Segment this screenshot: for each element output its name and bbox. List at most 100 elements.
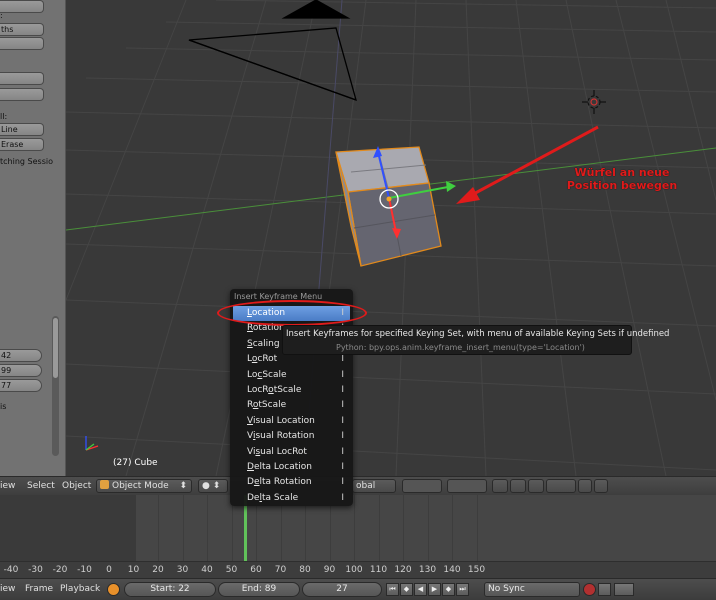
timeline-grid-line xyxy=(182,495,184,561)
menu-item[interactable]: Delta Scale I xyxy=(233,491,350,506)
timeline-tick-label: 50 xyxy=(225,565,238,575)
timeline-ruler[interactable]: -40 -30 -20 -10 0 10 20 30 40 50 60 70 80 90 100 110 120… xyxy=(0,561,716,578)
shelf-scrollbar[interactable] xyxy=(52,316,59,456)
timeline-out-of-range xyxy=(0,495,136,561)
record-keying-icon[interactable] xyxy=(107,583,120,596)
menu-item-shortcut: I xyxy=(341,385,344,395)
menu-item[interactable]: Visual Location I xyxy=(233,414,350,429)
property-field-2[interactable]: 99 xyxy=(0,364,42,377)
sync-dropdown[interactable]: No Sync xyxy=(484,582,580,597)
timeline-grid-line xyxy=(158,495,159,561)
menu-item[interactable]: LocScale I xyxy=(233,368,350,383)
tool-shelf: : ths ll: Line Erase tching Sessio 42 99… xyxy=(0,0,66,476)
menu-object[interactable]: Object xyxy=(62,481,91,491)
mode-dropdown[interactable]: Object Mode ⬍ xyxy=(96,479,192,493)
shelf-label-is: is xyxy=(0,402,7,411)
shelf-scroll-thumb[interactable] xyxy=(53,318,58,378)
menu-item[interactable]: Delta Rotation I xyxy=(233,475,350,490)
3d-view-header: iew Select Object Object Mode ⬍ ● ⬍ obal xyxy=(0,476,716,495)
menu-item-shortcut: I xyxy=(341,462,344,472)
shelf-button-blank1[interactable] xyxy=(0,37,44,50)
keying-set-dropdown[interactable] xyxy=(614,583,634,596)
auto-keying-record-icon[interactable] xyxy=(583,583,596,596)
menu-item-shortcut: I xyxy=(341,400,344,411)
shelf-button-top[interactable] xyxy=(0,0,44,13)
chevron-updown-icon: ⬍ xyxy=(179,481,187,491)
footer-menu-view[interactable]: iew xyxy=(0,584,15,594)
shading-dropdown[interactable]: ● ⬍ xyxy=(198,479,228,493)
proportional-icon[interactable] xyxy=(528,479,544,493)
menu-item[interactable]: Visual LocRot I xyxy=(233,445,350,460)
mode-label: Object Mode xyxy=(112,481,169,491)
annotation-line-2: Position bewegen xyxy=(566,179,678,192)
menu-item-shortcut: I xyxy=(341,477,344,488)
shelf-button-blank2[interactable] xyxy=(0,72,44,85)
object-name-label: (27) Cube xyxy=(113,458,158,468)
grease-pencil-erase-button[interactable]: Erase xyxy=(0,138,44,151)
timeline-header: iew Frame Playback Start: 22 End: 89 27 … xyxy=(0,578,716,600)
menu-item-shortcut: I xyxy=(341,369,344,380)
timeline-tick-label: 60 xyxy=(250,565,262,575)
sketching-session-label: tching Sessio xyxy=(0,157,53,166)
timeline-tick-label: 80 xyxy=(299,565,311,575)
menu-item-shortcut: I xyxy=(341,415,344,426)
sphere-shading-icon: ● ⬍ xyxy=(202,481,221,491)
timeline-tick-label: 20 xyxy=(152,565,164,575)
timeline-grid-line xyxy=(207,495,208,561)
timeline-tick-label: 40 xyxy=(201,565,213,575)
menu-select[interactable]: Select xyxy=(27,481,55,491)
timeline-tick-label: -10 xyxy=(77,565,92,575)
jump-start-icon[interactable]: ⏮ xyxy=(386,583,399,596)
layer-buttons-2[interactable] xyxy=(447,479,487,493)
footer-menu-frame[interactable]: Frame xyxy=(25,584,53,594)
prev-keyframe-icon[interactable]: ◆ xyxy=(400,583,413,596)
menu-item-shortcut: I xyxy=(341,492,344,503)
next-keyframe-icon[interactable]: ◆ xyxy=(442,583,455,596)
tooltip: Insert Keyframes for specified Keying Se… xyxy=(282,325,669,355)
orientation-dropdown[interactable]: obal xyxy=(352,479,396,493)
property-field-1[interactable]: 42 xyxy=(0,349,42,362)
render-animation-icon[interactable] xyxy=(594,479,608,493)
menu-item-shortcut: I xyxy=(341,431,344,442)
menu-view[interactable]: iew xyxy=(0,481,15,491)
pivot-icon[interactable] xyxy=(492,479,508,493)
timeline-tick-label: 70 xyxy=(274,565,287,575)
menu-item[interactable]: Visual Rotation I xyxy=(233,429,350,444)
timeline-tick-label: -30 xyxy=(28,565,43,575)
menu-item[interactable]: Delta Location I xyxy=(233,460,350,475)
footer-menu-playback[interactable]: Playback xyxy=(60,584,100,594)
play-icon[interactable]: ▶ xyxy=(428,583,441,596)
timeline-tick-label: -20 xyxy=(52,565,68,575)
property-field-3[interactable]: 77 xyxy=(0,379,42,392)
cube-object xyxy=(335,146,442,267)
timeline-tick-label: 100 xyxy=(345,565,363,575)
timeline-tick-label: 110 xyxy=(369,565,388,575)
shelf-label-ll: ll: xyxy=(0,112,8,121)
play-reverse-icon[interactable]: ◀ xyxy=(414,583,427,596)
blender-window: : ths ll: Line Erase tching Sessio 42 99… xyxy=(0,0,716,600)
current-frame-field[interactable]: 27 xyxy=(302,582,382,597)
snap-element-dropdown[interactable] xyxy=(546,479,576,493)
menu-item[interactable]: LocRotScale I xyxy=(233,383,350,398)
layer-buttons-1[interactable] xyxy=(402,479,442,493)
menu-item[interactable]: RotScale I xyxy=(233,398,350,413)
axis-gizmo xyxy=(85,436,99,451)
keying-set-icon[interactable] xyxy=(598,583,611,596)
orientation-label: obal xyxy=(356,481,376,491)
timeline-grid-line xyxy=(354,495,355,561)
timeline-tick-label: 10 xyxy=(127,565,140,575)
jump-end-icon[interactable]: ⏭ xyxy=(456,583,469,596)
start-frame-field[interactable]: Start: 22 xyxy=(124,582,216,597)
grease-pencil-line-button[interactable]: Line xyxy=(0,123,44,136)
3d-viewport[interactable]: Würfel an neue Position bewegen (27) Cub… xyxy=(66,0,716,476)
shelf-button-blank3[interactable] xyxy=(0,88,44,101)
shelf-button-paths[interactable]: ths xyxy=(0,23,44,36)
render-icon[interactable] xyxy=(578,479,592,493)
menu-item-shortcut: I xyxy=(341,446,344,457)
timeline-tick-label: 30 xyxy=(176,565,189,575)
timeline-tick-label: 130 xyxy=(418,565,437,575)
timeline-tick-label: 90 xyxy=(323,565,336,575)
snap-icon[interactable] xyxy=(510,479,526,493)
end-frame-field[interactable]: End: 89 xyxy=(218,582,300,597)
timeline-tick-label: 0 xyxy=(106,565,112,575)
